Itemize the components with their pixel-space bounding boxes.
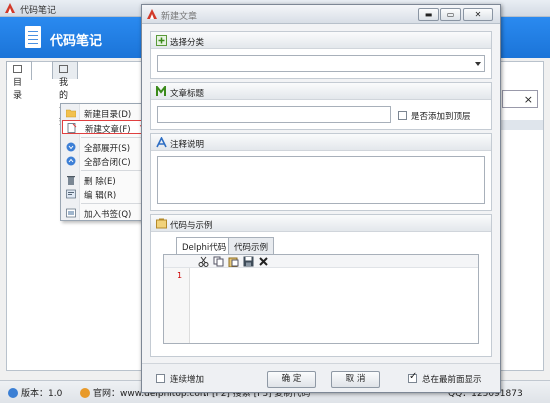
notebook-icon: [25, 26, 41, 48]
category-select[interactable]: [157, 55, 485, 72]
continuous-add-checkbox[interactable]: [156, 374, 165, 383]
chevron-down-icon: [475, 62, 481, 66]
tab-catalog[interactable]: 目录: [6, 61, 32, 101]
code-editor[interactable]: 1: [163, 254, 479, 344]
delete-icon[interactable]: [258, 256, 269, 267]
right-pane: ×: [495, 61, 544, 371]
collapse-all-icon: [66, 156, 76, 166]
search-input[interactable]: ×: [502, 90, 538, 108]
menu-label: 新建目录(D): [84, 110, 132, 120]
code-label: 代码与示例: [170, 221, 213, 231]
list-icon: [13, 65, 22, 73]
pin-to-top-label: 是否添加到顶层: [411, 112, 471, 122]
menu-label: 加入书签(Q): [84, 210, 132, 220]
title-icon: [156, 86, 166, 96]
ok-button[interactable]: 确 定: [267, 371, 316, 388]
close-icon[interactable]: ×: [524, 93, 533, 106]
category-group-header: 选择分类: [151, 32, 491, 49]
trash-icon: [67, 176, 75, 185]
category-group: 选择分类: [150, 31, 492, 79]
tab-delphi-code[interactable]: Delphi代码: [176, 237, 233, 255]
new-document-icon: [67, 123, 77, 133]
line-number-gutter: 1: [164, 268, 190, 343]
version-info: 版本：1.0: [8, 386, 62, 399]
always-on-top-checkbox[interactable]: [408, 371, 417, 383]
editor-toolbar: [164, 255, 478, 268]
save-icon[interactable]: [243, 256, 254, 267]
line-number: 1: [177, 271, 183, 280]
cut-icon[interactable]: [198, 256, 209, 267]
tab-catalog-label: 目录: [13, 78, 23, 101]
app-logo-icon: [5, 3, 15, 13]
title-group: 文章标题 是否添加到顶层: [150, 82, 492, 130]
menu-label: 新建文章(F): [85, 125, 131, 135]
text-a-icon: [156, 137, 167, 148]
menu-label: 删 除(E): [84, 177, 116, 187]
expand-all-icon: [66, 142, 76, 152]
tab-bookmarks[interactable]: 我的书签: [52, 61, 78, 127]
bookmark-icon: [66, 208, 76, 218]
article-title-label: 文章标题: [170, 89, 205, 99]
notes-label: 注释说明: [170, 140, 205, 150]
info-icon: [8, 388, 18, 398]
category-label: 选择分类: [170, 38, 205, 48]
minimize-button[interactable]: ▬: [418, 8, 439, 21]
notes-group-header: 注释说明: [151, 134, 491, 151]
main-window-title: 代码笔记: [20, 6, 57, 16]
notes-textarea[interactable]: [157, 156, 485, 204]
book-icon: [59, 65, 68, 73]
code-box-icon: [156, 218, 167, 229]
dialog-title: 新建文章: [161, 12, 198, 22]
right-pane-header: [496, 120, 543, 130]
notes-group: 注释说明: [150, 133, 492, 211]
edit-icon: [66, 189, 76, 199]
dialog-footer: 连续增加 确 定 取 消 总在最前面显示: [142, 363, 500, 392]
folder-icon: [66, 109, 76, 118]
close-button[interactable]: ✕: [463, 8, 493, 21]
tab-code-example[interactable]: 代码示例: [228, 237, 275, 254]
code-group: 代码与示例 Delphi代码 代码示例 1: [150, 214, 492, 357]
pin-to-top-checkbox[interactable]: [398, 111, 407, 120]
cancel-button[interactable]: 取 消: [331, 371, 380, 388]
app-name: 代码笔记: [50, 34, 103, 49]
paste-icon[interactable]: [228, 256, 239, 267]
continuous-add-label: 连续增加: [170, 375, 205, 385]
article-title-input[interactable]: [157, 106, 391, 123]
version-text: 版本：1.0: [21, 389, 63, 399]
menu-label: 全部展开(S): [84, 144, 131, 154]
menu-label: 编 辑(R): [84, 191, 117, 201]
maximize-button[interactable]: ▭: [440, 8, 461, 21]
new-article-dialog: 新建文章 ▬ ▭ ✕ 选择分类 文章标题 是否添加到顶层 注释说明 代码与示例 …: [141, 4, 501, 393]
tab-code-example-label: 代码示例: [234, 243, 269, 253]
always-on-top-label: 总在最前面显示: [422, 375, 482, 385]
copy-icon[interactable]: [213, 256, 224, 267]
menu-label: 全部合闭(C): [84, 158, 131, 168]
code-group-header: 代码与示例: [151, 215, 491, 232]
title-group-header: 文章标题: [151, 83, 491, 100]
app-logo-icon: [147, 9, 157, 19]
dialog-titlebar[interactable]: 新建文章 ▬ ▭ ✕: [142, 5, 500, 24]
tab-delphi-code-label: Delphi代码: [182, 243, 227, 253]
home-icon: [80, 388, 90, 398]
plus-icon: [156, 35, 167, 46]
